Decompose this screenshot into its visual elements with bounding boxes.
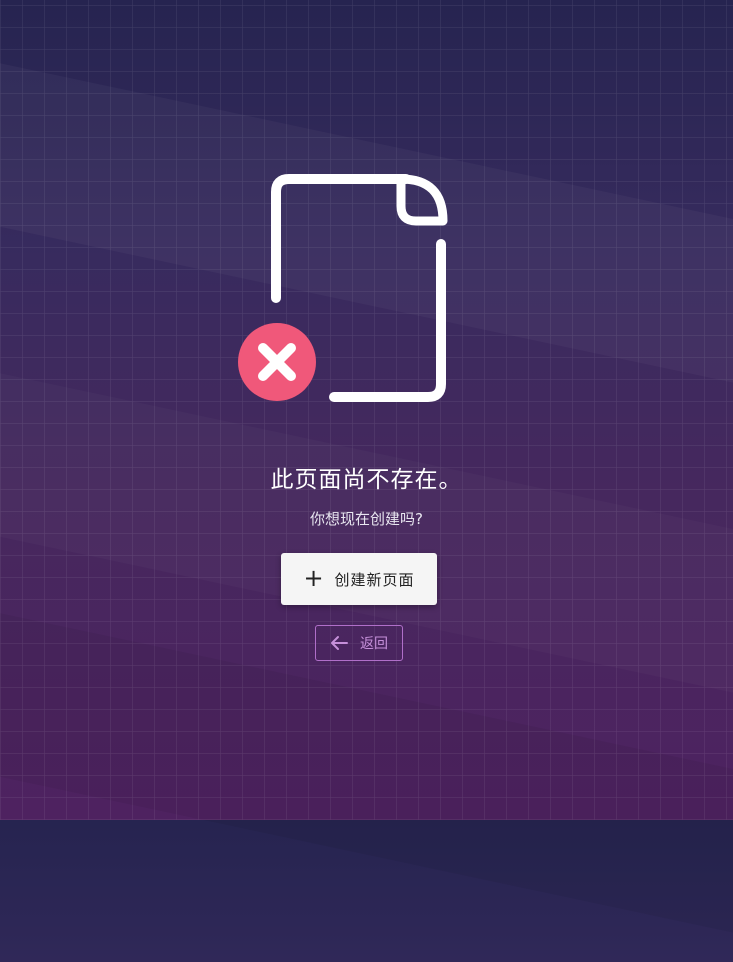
plus-icon: + (303, 564, 325, 592)
create-new-page-button[interactable]: + 创建新页面 (281, 553, 437, 605)
create-new-page-label: 创建新页面 (334, 570, 415, 589)
background-band (0, 358, 733, 722)
back-button[interactable]: 返回 (315, 625, 403, 661)
arrow-left-icon (331, 636, 348, 650)
background-pattern (0, 0, 733, 820)
back-label: 返回 (360, 636, 388, 652)
missing-page-illustration (236, 172, 450, 404)
error-x-icon (238, 323, 316, 401)
page-missing-message: 此页面尚不存在。 (270, 467, 463, 493)
create-prompt-text: 你想现在创建吗? (310, 510, 423, 528)
